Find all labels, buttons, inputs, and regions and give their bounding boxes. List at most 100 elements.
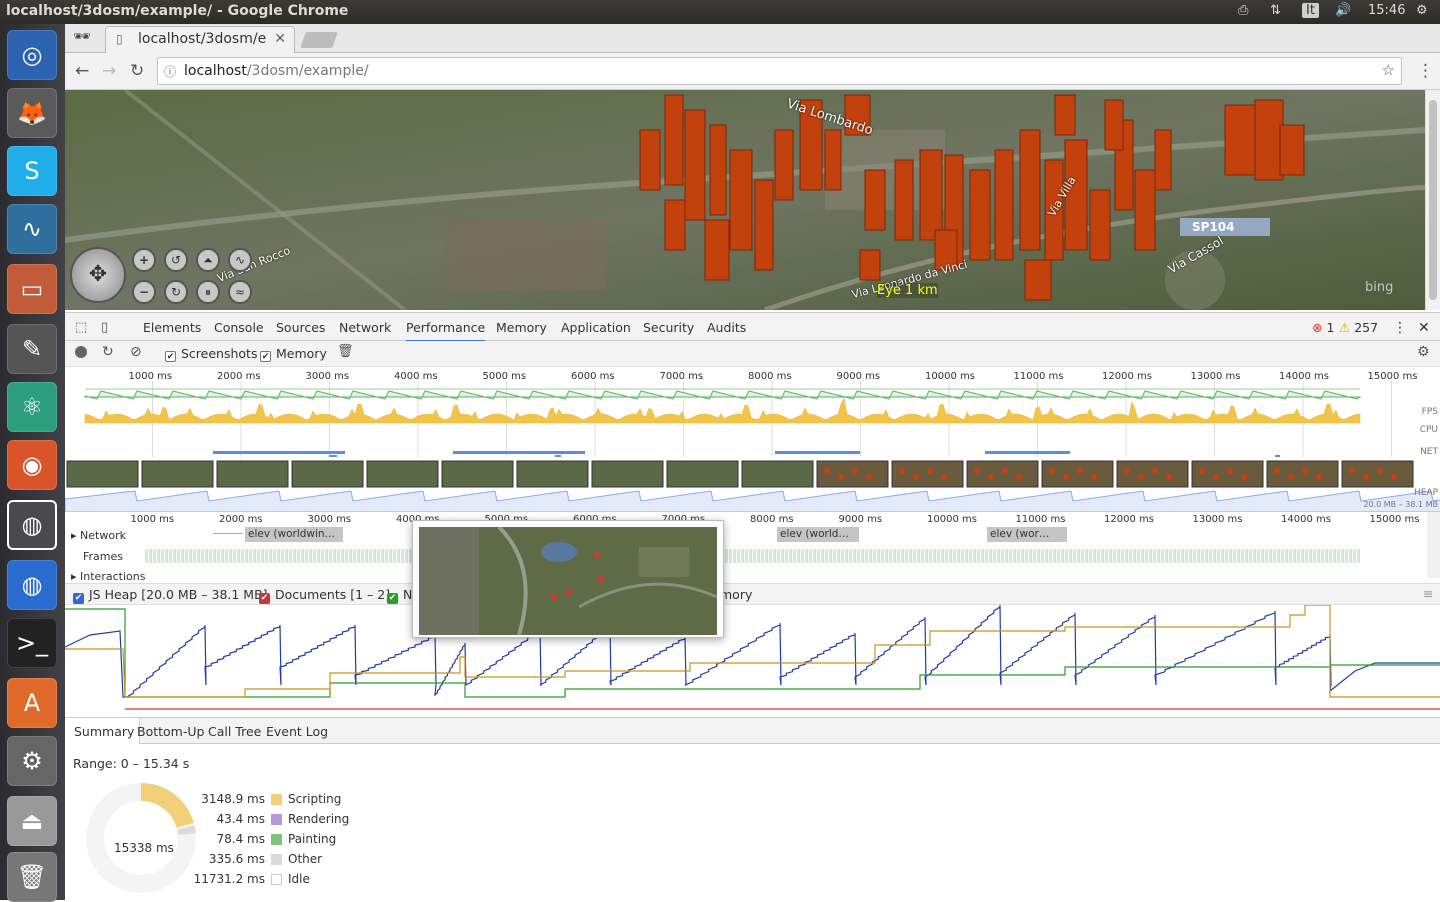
skype-icon[interactable]: S: [7, 146, 57, 196]
network-request-bar[interactable]: elev (wor…: [987, 527, 1067, 542]
memory-graph[interactable]: [64, 604, 1440, 717]
clear-icon[interactable]: ⊘: [130, 344, 142, 360]
frames-strip[interactable]: [145, 549, 1360, 563]
network-track-toggle[interactable]: ▸ Network: [71, 529, 126, 542]
omnibox[interactable]: ⓘ localhost/3dosm/example/ ☆: [157, 57, 1402, 85]
screenshot-frame[interactable]: [1341, 460, 1414, 488]
zoom-out-icon[interactable]: −: [132, 280, 156, 304]
close-devtools-icon[interactable]: ✕: [1418, 320, 1430, 336]
interactions-track-toggle[interactable]: ▸ Interactions: [71, 570, 145, 583]
screenshot-frame[interactable]: [1266, 460, 1339, 488]
memory-checkbox[interactable]: ✔ Memory: [260, 346, 327, 362]
screenshot-frame[interactable]: [516, 460, 589, 488]
screenshot-frame[interactable]: [1041, 460, 1114, 488]
network-request-bar[interactable]: elev (worldwin…: [245, 527, 343, 542]
screenshots-checkbox[interactable]: ✔ Screenshots: [165, 346, 257, 362]
devtools-menu-icon[interactable]: ⋮: [1393, 320, 1407, 336]
tab-performance[interactable]: Performance: [406, 320, 486, 342]
documents-checkbox[interactable]: ✔ Documents [1 – 2]: [259, 587, 390, 604]
tilt-down-icon[interactable]: ⏸: [196, 280, 220, 304]
page-scrollbar[interactable]: [1425, 90, 1440, 310]
device-toolbar-icon[interactable]: ▯: [101, 320, 108, 335]
tab-security[interactable]: Security: [643, 320, 694, 335]
tracks-scrollbar[interactable]: [1427, 512, 1440, 578]
tab-summary[interactable]: Summary: [65, 718, 141, 744]
settings-gear-icon[interactable]: ⚙: [1416, 3, 1428, 18]
browser-tab[interactable]: ▯ localhost/3dosm/e ✕: [105, 26, 295, 53]
reload-profile-icon[interactable]: ↻: [102, 344, 114, 360]
screenshot-frame[interactable]: [291, 460, 364, 488]
firefox-icon[interactable]: ◉: [7, 440, 57, 490]
screenshot-frame[interactable]: [741, 460, 814, 488]
system-settings-icon[interactable]: ⚙: [7, 736, 57, 786]
tab-elements[interactable]: Elements: [143, 320, 201, 335]
new-tab-button[interactable]: [300, 32, 338, 48]
tab-sources[interactable]: Sources: [276, 320, 325, 335]
rotate-left-icon[interactable]: ↺: [164, 248, 188, 272]
close-tab-icon[interactable]: ✕: [274, 31, 286, 47]
printer-icon[interactable]: ⎙: [1238, 3, 1248, 18]
zoom-in-icon[interactable]: +: [132, 248, 156, 272]
capture-settings-icon[interactable]: ⚙: [1417, 344, 1430, 360]
software-center-icon[interactable]: A: [7, 678, 57, 728]
screenshot-frame[interactable]: [141, 460, 214, 488]
screenshot-frame[interactable]: [1116, 460, 1189, 488]
inspect-element-icon[interactable]: ⬚: [75, 320, 87, 335]
garbage-collect-icon[interactable]: 🗑: [337, 344, 354, 359]
atom-icon[interactable]: ⚛: [7, 382, 57, 432]
drive-icon[interactable]: ⏏: [7, 796, 57, 846]
tab-bottom-up[interactable]: Bottom-Up: [137, 724, 204, 739]
resize-handle-icon[interactable]: ≡: [1423, 586, 1433, 601]
dash-icon[interactable]: ◎: [7, 30, 57, 80]
bookmark-star-icon[interactable]: ☆: [1382, 61, 1395, 79]
js-heap-checkbox[interactable]: ✔ JS Heap [20.0 MB – 38.1 MB]: [73, 587, 268, 604]
chrome-menu-icon[interactable]: ⋮: [1417, 61, 1434, 81]
tab-console[interactable]: Console: [214, 320, 264, 335]
tab-event-log[interactable]: Event Log: [266, 724, 328, 739]
gimp-icon[interactable]: 🦊: [7, 88, 57, 138]
tab-memory[interactable]: Memory: [496, 320, 547, 335]
tab-audits[interactable]: Audits: [707, 320, 746, 335]
pan-control[interactable]: ✥: [70, 247, 126, 303]
warning-count[interactable]: ⚠ 257: [1339, 320, 1378, 335]
screenshot-frame[interactable]: [666, 460, 739, 488]
volume-icon[interactable]: 🔊: [1335, 3, 1351, 18]
system-monitor-icon[interactable]: ∿: [7, 204, 57, 254]
map-3d-view[interactable]: Via Lombardo Via San Rocco Via Leonardo …: [65, 90, 1425, 310]
record-button[interactable]: [75, 346, 87, 358]
nodes-checkbox[interactable]: ✔ N: [387, 587, 412, 604]
forward-icon[interactable]: →: [102, 61, 116, 81]
tab-call-tree[interactable]: Call Tree: [208, 724, 261, 739]
timeline-overview[interactable]: 1000 ms 2000 ms 3000 ms 4000 ms 5000 ms 6000 …: [65, 367, 1440, 512]
network-request-bar[interactable]: elev (world…: [777, 527, 859, 542]
tab-application[interactable]: Application: [561, 320, 631, 335]
screenshot-frame[interactable]: [591, 460, 664, 488]
reload-icon[interactable]: ↻: [130, 61, 144, 81]
exaggerate-down-icon[interactable]: ≈: [228, 280, 252, 304]
screenshot-frame[interactable]: [816, 460, 889, 488]
screenshot-frame[interactable]: [891, 460, 964, 488]
screenshot-frame[interactable]: [66, 460, 139, 488]
rotate-right-icon[interactable]: ↻: [164, 280, 188, 304]
clock[interactable]: 15:46: [1368, 3, 1405, 18]
flame-tracks[interactable]: 1000 ms2000 ms3000 ms4000 ms5000 ms6000 …: [65, 512, 1440, 583]
text-editor-icon[interactable]: ✎: [7, 324, 57, 374]
network-icon[interactable]: ⇅: [1270, 3, 1281, 18]
screenshot-frame[interactable]: [1191, 460, 1264, 488]
files-icon[interactable]: ▭: [7, 264, 57, 314]
info-icon[interactable]: ⓘ: [164, 63, 176, 80]
error-count[interactable]: ⊗ 1: [1312, 320, 1334, 335]
chrome-icon[interactable]: ◍: [7, 500, 57, 550]
keyboard-layout-indicator[interactable]: It: [1302, 3, 1319, 18]
tab-network[interactable]: Network: [339, 320, 391, 335]
exaggerate-up-icon[interactable]: ∿: [228, 248, 252, 272]
screenshot-frame[interactable]: [441, 460, 514, 488]
screenshot-frame[interactable]: [216, 460, 289, 488]
chromium-icon[interactable]: ◍: [7, 560, 57, 610]
terminal-icon[interactable]: >_: [7, 618, 57, 668]
scrollbar-thumb[interactable]: [1429, 100, 1437, 300]
back-icon[interactable]: ←: [75, 61, 89, 81]
screenshot-frame[interactable]: [966, 460, 1039, 488]
screenshot-frame[interactable]: [366, 460, 439, 488]
tilt-up-icon[interactable]: ⏶: [196, 248, 220, 272]
